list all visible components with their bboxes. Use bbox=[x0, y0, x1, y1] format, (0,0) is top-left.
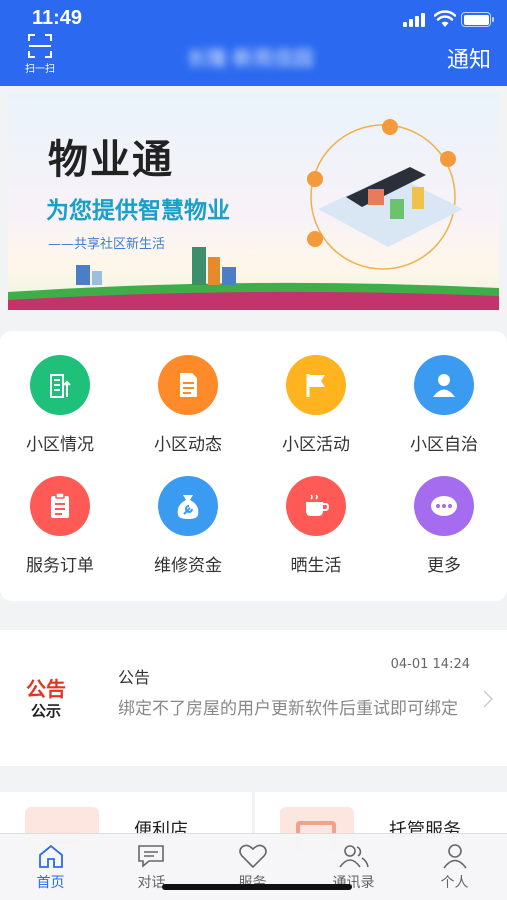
building-icon bbox=[30, 355, 90, 415]
chat-icon bbox=[137, 845, 164, 868]
announcement-item[interactable]: 公告 公示 公告 04-01 14:24 绑定不了房屋的用户更新软件后重试即可绑… bbox=[0, 630, 507, 766]
grid-label: 小区动态 bbox=[154, 435, 222, 455]
grid-label: 小区活动 bbox=[282, 435, 350, 455]
grid-item-service-orders[interactable]: 服务订单 bbox=[10, 476, 110, 576]
banner-title: 物业通 bbox=[48, 137, 174, 183]
user-icon bbox=[442, 844, 467, 869]
grid-label: 小区自治 bbox=[410, 435, 478, 455]
tab-label: 个人 bbox=[440, 875, 469, 891]
badge-text-top: 公告 bbox=[26, 677, 66, 701]
grid-item-community-events[interactable]: 小区活动 bbox=[266, 355, 366, 455]
banner-subtitle: 为您提供智慧物业 bbox=[46, 198, 230, 224]
wrench-bag-icon bbox=[158, 476, 218, 536]
grid-item-maintenance-fund[interactable]: 维修资金 bbox=[138, 476, 238, 576]
coffee-cup-icon bbox=[286, 476, 346, 536]
grid-item-community-info[interactable]: 小区情况 bbox=[10, 355, 110, 455]
announcement-title: 公告 bbox=[118, 668, 151, 687]
home-indicator[interactable] bbox=[162, 884, 352, 890]
grid-item-self-governance[interactable]: 小区自治 bbox=[394, 355, 494, 455]
grid-item-community-news[interactable]: 小区动态 bbox=[138, 355, 238, 455]
app-header: 11:49 扫一扫 长隆·新苑佳园 通知 bbox=[0, 0, 507, 86]
document-icon bbox=[158, 355, 218, 415]
tab-home[interactable]: 首页 bbox=[0, 843, 101, 892]
grid-item-share-life[interactable]: 晒生活 bbox=[266, 476, 366, 576]
notify-button[interactable]: 通知 bbox=[447, 42, 491, 74]
scan-icon bbox=[28, 34, 52, 58]
promo-banner[interactable]: 物业通 为您提供智慧物业 ——共享社区新生活 bbox=[8, 93, 499, 310]
tab-label: 首页 bbox=[36, 875, 65, 891]
more-dots-icon bbox=[414, 476, 474, 536]
clipboard-icon bbox=[30, 476, 90, 536]
grid-label: 维修资金 bbox=[154, 556, 222, 576]
tab-profile[interactable]: 个人 bbox=[404, 843, 505, 892]
announcement-badge: 公告 公示 bbox=[18, 673, 74, 721]
grid-label: 晒生活 bbox=[290, 556, 342, 576]
heart-icon bbox=[238, 844, 267, 869]
battery-icon bbox=[461, 12, 494, 27]
announcement-time: 04-01 14:24 bbox=[390, 657, 470, 672]
grid-label: 更多 bbox=[427, 556, 461, 576]
chevron-right-icon bbox=[483, 690, 493, 708]
grid-item-more[interactable]: 更多 bbox=[394, 476, 494, 576]
announcement-body: 绑定不了房屋的用户更新软件后重试即可绑定 bbox=[118, 699, 458, 719]
status-time: 11:49 bbox=[32, 7, 83, 29]
person-icon bbox=[414, 355, 474, 415]
community-title: 长隆·新苑佳园 bbox=[186, 46, 314, 70]
grid-label: 服务订单 bbox=[26, 556, 94, 576]
flag-icon bbox=[286, 355, 346, 415]
grid-label: 小区情况 bbox=[26, 435, 94, 455]
contacts-icon bbox=[338, 845, 369, 868]
cellular-signal-icon bbox=[403, 13, 427, 27]
banner-tagline: ——共享社区新生活 bbox=[48, 237, 166, 252]
home-icon bbox=[38, 844, 63, 868]
scan-label: 扫一扫 bbox=[25, 64, 55, 75]
wifi-icon bbox=[434, 10, 456, 27]
badge-text-bottom: 公示 bbox=[30, 702, 61, 720]
status-bar: 11:49 bbox=[0, 7, 507, 33]
scan-button[interactable]: 扫一扫 bbox=[18, 33, 62, 85]
smart-community-illustration bbox=[307, 119, 463, 270]
feature-grid: 小区情况 小区动态 小区活动 小区自治 服务订单 维修资金 晒生活 更多 bbox=[0, 331, 507, 601]
